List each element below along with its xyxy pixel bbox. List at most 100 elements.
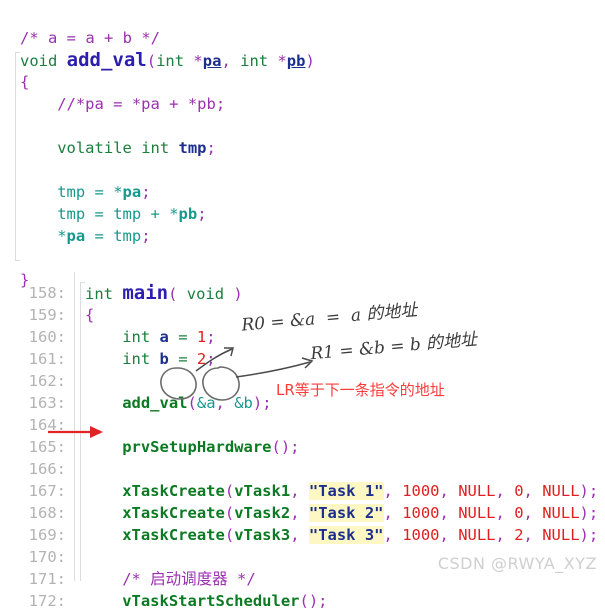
code-line: *pa = tmp; <box>57 225 150 247</box>
code-token: pb <box>178 205 198 223</box>
code-line: { <box>20 71 29 93</box>
code-token: , <box>221 52 241 70</box>
code-token: tmp <box>178 139 207 157</box>
code-line: tmp = tmp + *pb; <box>57 203 206 225</box>
line-number: 167: <box>28 482 66 500</box>
code-line: xTaskCreate(vTask2, "Task 2", 1000, NULL… <box>122 502 598 524</box>
csdn-watermark: CSDN @RWYA_XYZ <box>437 554 597 573</box>
code-token: = <box>85 227 114 245</box>
code-token: , <box>439 482 459 500</box>
code-token: xTaskCreate <box>122 504 225 522</box>
code-token: ( <box>146 52 157 70</box>
code-token: pa <box>66 227 86 245</box>
line-number: 169: <box>28 526 66 544</box>
code-line: { <box>85 304 94 326</box>
code-token: ); <box>579 482 599 500</box>
line-number: 164: <box>28 416 66 434</box>
code-token: tmp <box>57 205 95 223</box>
code-token: * <box>193 52 203 70</box>
code-token: void <box>20 52 67 70</box>
code-token: 2 <box>514 526 524 544</box>
code-token: vTask3 <box>234 526 291 544</box>
code-token: ; <box>197 205 207 223</box>
code-line: /* 启动调度器 */ <box>122 568 256 590</box>
code-token: + <box>150 205 170 223</box>
code-token: 1000 <box>402 504 440 522</box>
code-token: = <box>168 350 197 368</box>
code-token: int <box>122 328 160 346</box>
code-token: , <box>523 504 543 522</box>
line-number: 163: <box>28 394 66 412</box>
code-token: ( <box>224 526 235 544</box>
code-token: 1 <box>196 328 207 346</box>
code-token: { <box>85 306 95 324</box>
code-token: 1000 <box>402 526 440 544</box>
main-fold-tick-top <box>80 282 85 283</box>
code-token: int <box>240 52 278 70</box>
code-token: , <box>495 504 515 522</box>
line-number: 168: <box>28 504 66 522</box>
code-line: xTaskCreate(vTask1, "Task 1", 1000, NULL… <box>122 480 598 502</box>
code-line: tmp = *pa; <box>57 181 150 203</box>
code-token: , <box>383 482 403 500</box>
line-number: 159: <box>28 306 66 324</box>
code-token: tmp <box>113 205 151 223</box>
code-token: NULL <box>458 526 496 544</box>
code-token: int <box>85 285 123 303</box>
code-token: ) <box>224 285 243 303</box>
code-fold-tick-bottom <box>15 260 20 261</box>
code-token: NULL <box>542 482 580 500</box>
code-token: , <box>290 504 309 522</box>
code-editor[interactable]: /* a = a + b */void add_val(int *pa, int… <box>0 0 605 610</box>
code-token: "Task 3" <box>308 526 384 544</box>
code-token: ); <box>579 526 599 544</box>
code-line: vTaskStartScheduler(); <box>122 590 327 612</box>
code-token: NULL <box>458 504 496 522</box>
code-token: ; <box>141 227 151 245</box>
code-token: , <box>495 526 515 544</box>
code-token: pa <box>122 183 142 201</box>
code-token: xTaskCreate <box>122 526 225 544</box>
code-token: * <box>169 205 179 223</box>
code-token: ( <box>224 504 235 522</box>
code-line: int a = 1; <box>122 326 215 348</box>
code-token: ( <box>168 285 187 303</box>
upper-code-block[interactable]: /* a = a + b */void add_val(int *pa, int… <box>0 0 605 289</box>
code-token: = <box>94 205 114 223</box>
code-token: , <box>523 526 543 544</box>
code-token: , <box>439 526 459 544</box>
code-token: , <box>290 526 309 544</box>
code-token: , <box>215 394 235 412</box>
code-token: /* 启动调度器 */ <box>122 570 256 588</box>
code-token: ; <box>262 394 272 412</box>
code-line: add_val(&a, &b); <box>122 392 271 414</box>
code-token: 0 <box>514 504 524 522</box>
code-token: ); <box>579 504 599 522</box>
code-line: void add_val(int *pa, int *pb) <box>20 49 315 72</box>
code-token: ; <box>206 350 216 368</box>
code-token: ( <box>187 394 197 412</box>
code-token: "Task 1" <box>308 482 384 500</box>
code-token: , <box>383 526 403 544</box>
code-token: pa <box>202 52 222 70</box>
code-token: //*pa = *pa + *pb; <box>57 95 226 113</box>
line-number: 160: <box>28 328 66 346</box>
code-token: vTask1 <box>234 482 291 500</box>
code-token: ; <box>206 139 216 157</box>
line-number: 170: <box>28 548 66 566</box>
code-token: add_val <box>66 49 147 71</box>
code-token: (); <box>299 592 328 610</box>
red-annotation-lr: LR等于下一条指令的地址 <box>276 381 445 399</box>
code-token: 1000 <box>402 482 440 500</box>
code-line: /* a = a + b */ <box>20 27 160 49</box>
code-token: &a <box>196 394 216 412</box>
code-token: int <box>141 139 179 157</box>
code-token: int <box>122 350 160 368</box>
line-number: 172: <box>28 592 66 610</box>
code-token: b <box>159 350 169 368</box>
code-token: ; <box>141 183 151 201</box>
code-token: &b <box>234 394 253 412</box>
code-token: vTaskStartScheduler <box>122 592 300 610</box>
code-token: ; <box>206 328 216 346</box>
line-number: 161: <box>28 350 66 368</box>
